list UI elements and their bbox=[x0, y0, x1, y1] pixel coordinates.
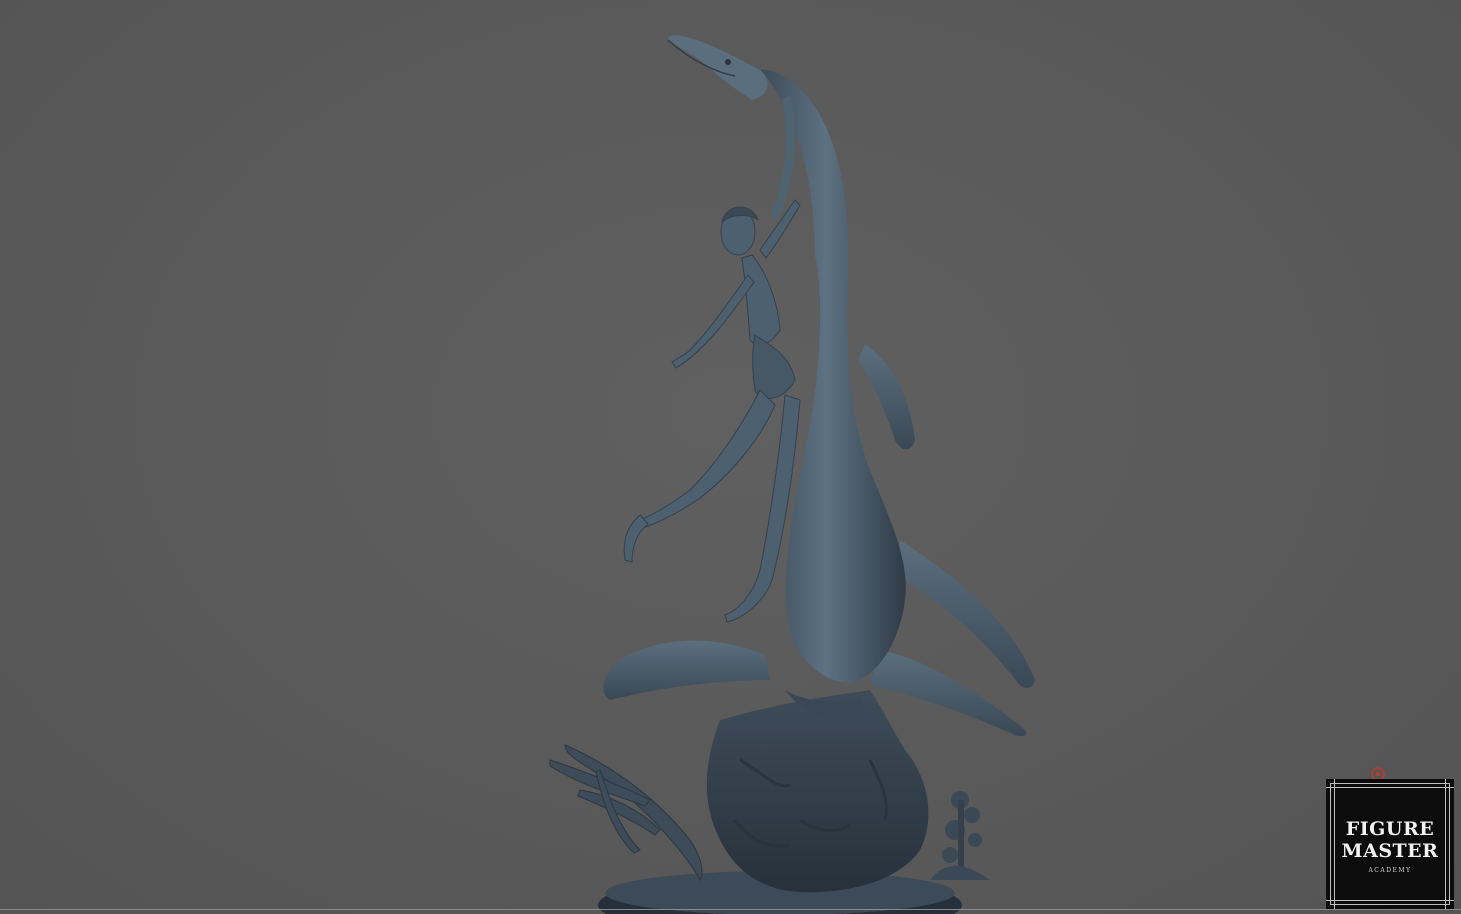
logo-frame-line bbox=[1326, 900, 1454, 901]
rock bbox=[706, 690, 929, 893]
plesiosaur bbox=[603, 35, 1035, 737]
logo-frame-line bbox=[1326, 787, 1454, 788]
girl-figure bbox=[623, 199, 801, 623]
viewport-bottom-border bbox=[0, 909, 1461, 910]
logo-text-figure: FIGURE bbox=[1345, 818, 1435, 840]
sculpture-render bbox=[549, 35, 1035, 914]
coral-right bbox=[930, 791, 990, 880]
logo-text-academy: ACADEMY bbox=[1368, 867, 1412, 874]
seaweed-left bbox=[549, 744, 703, 882]
logo-text-master: MASTER bbox=[1341, 840, 1439, 862]
figure-master-academy-logo: FIGURE MASTER ACADEMY bbox=[1326, 779, 1454, 909]
3d-viewport[interactable]: FIGURE MASTER ACADEMY bbox=[0, 0, 1461, 914]
